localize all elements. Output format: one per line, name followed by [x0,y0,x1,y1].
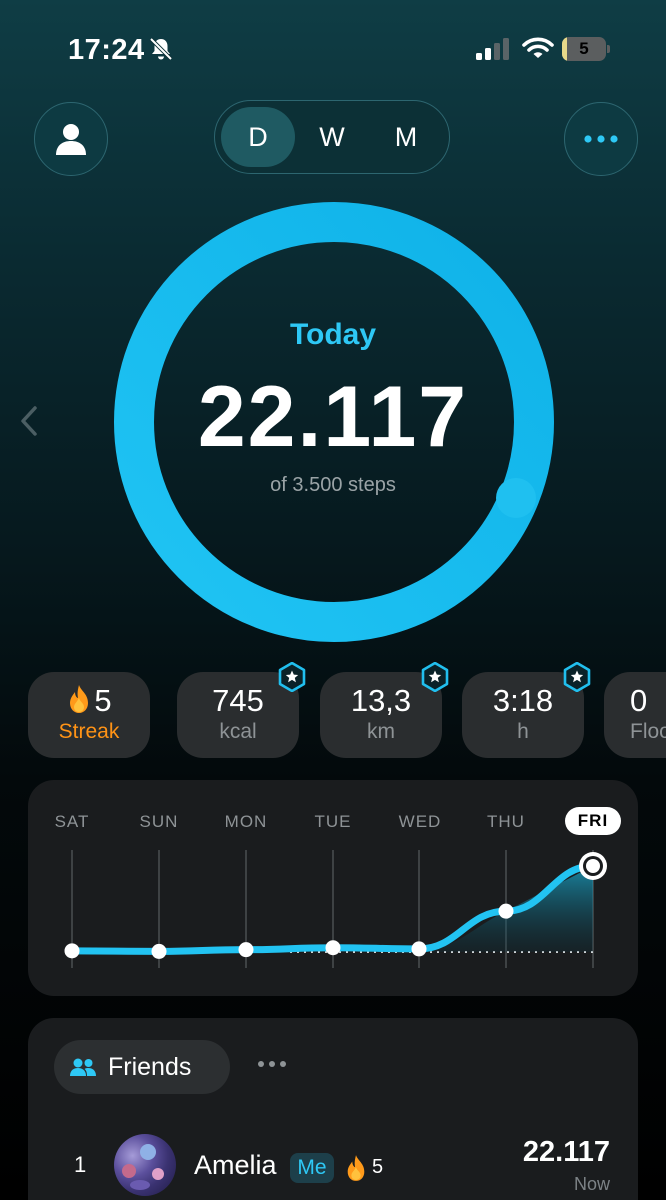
weekly-steps-chart [64,850,607,968]
period-month-tab[interactable]: M [369,107,443,167]
summary-title: Today [289,318,377,351]
avatar[interactable] [114,1134,176,1196]
friend-name: Amelia [194,1150,277,1180]
friends-tab-label: Friends [108,1052,192,1081]
stat-floors[interactable]: 0 Floors [604,672,666,758]
friend-rank: 1 [74,1152,87,1177]
day-label-sat: SAT [54,812,90,831]
day-label-fri-current: FRI [565,807,621,835]
cellular-signal-icon [476,38,509,60]
ellipsis-icon [584,135,618,143]
battery-level: 5 [579,39,589,58]
friend-streak: 5 [372,1156,384,1178]
data-point-fri [586,859,600,873]
duration-value: 3:18 [492,683,554,718]
data-point-wed [411,941,427,957]
step-count: 22.117 [197,369,469,465]
battery-indicator: 5 [562,37,610,61]
more-options-button[interactable] [564,102,638,176]
period-segmented-control: D W M [214,100,450,174]
distance-unit: km [367,720,395,743]
stat-streak[interactable]: 5 Streak [28,672,150,758]
data-point-sat [64,943,80,959]
distance-value: 13,3 [350,683,412,718]
step-goal: of 3.500 steps [270,474,396,496]
star-badge-icon [278,662,306,692]
flame-icon [70,685,89,713]
star-badge-icon [421,662,449,692]
friend-steps: 22.117 [522,1136,610,1168]
wifi-icon [522,37,554,58]
day-label-tue: TUE [314,812,352,831]
floors-unit: Floors [630,720,666,743]
friend-time: Now [573,1174,610,1194]
friends-more-icon[interactable] [256,1054,288,1074]
bell-slash-icon [149,37,173,61]
people-icon [70,1058,96,1076]
data-point-mon [238,942,254,958]
period-week-tab[interactable]: W [295,107,369,167]
friends-tab[interactable]: Friends [54,1040,230,1094]
day-label-mon: MON [224,812,268,831]
calories-value: 745 [212,683,264,718]
star-badge-icon [563,662,591,692]
day-label-thu: THU [487,812,525,831]
duration-unit: h [517,720,529,743]
data-point-tue [325,940,341,956]
profile-button[interactable] [34,102,108,176]
day-label-sun: SUN [139,812,179,831]
day-label-wed: WED [398,812,442,831]
floors-value: 0 [630,683,648,718]
calories-unit: kcal [219,720,257,743]
previous-day-chevron-icon[interactable] [18,404,40,438]
person-icon [56,124,86,155]
data-point-sun [151,943,167,959]
period-day-tab[interactable]: D [221,107,295,167]
streak-label: Streak [58,720,120,743]
status-time: 17:24 [68,34,145,66]
data-point-thu [498,903,514,919]
me-badge: Me [290,1153,334,1183]
streak-value: 5 [94,683,112,718]
flame-icon [347,1155,365,1181]
